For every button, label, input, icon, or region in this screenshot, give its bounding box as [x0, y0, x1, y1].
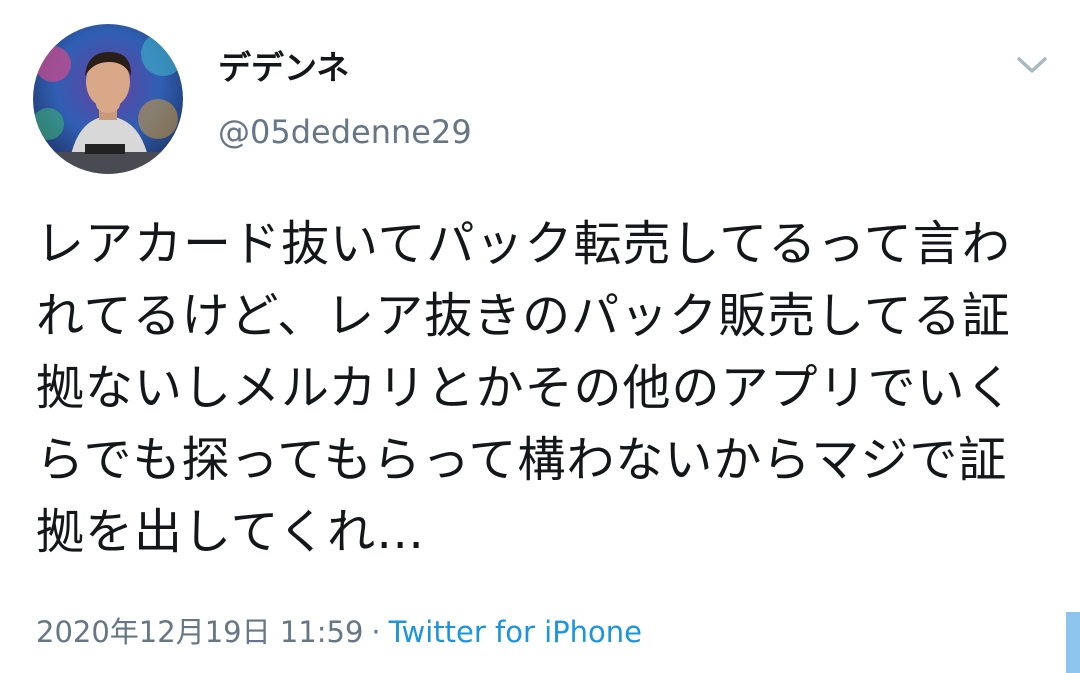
- tweet-card: デデンネ @05dedenne29 レアカード抜いてパック転売してるって言われて…: [0, 0, 1080, 673]
- scroll-indicator: [1066, 612, 1080, 673]
- display-name[interactable]: デデンネ: [218, 46, 349, 90]
- tweet-text: レアカード抜いてパック転売してるって言われてるけど、レア抜きのパック販売してる証…: [36, 216, 1015, 560]
- meta-separator: ·: [371, 615, 381, 649]
- tweet-timestamp[interactable]: 2020年12月19日 11:59: [36, 615, 363, 649]
- tweet-meta: 2020年12月19日 11:59 · Twitter for iPhone: [36, 612, 642, 652]
- tweet-source-link[interactable]: Twitter for iPhone: [389, 615, 642, 649]
- avatar[interactable]: [33, 24, 183, 174]
- user-handle[interactable]: @05dedenne29: [218, 110, 472, 154]
- chevron-down-icon[interactable]: [1012, 50, 1052, 80]
- avatar-image: [33, 24, 183, 174]
